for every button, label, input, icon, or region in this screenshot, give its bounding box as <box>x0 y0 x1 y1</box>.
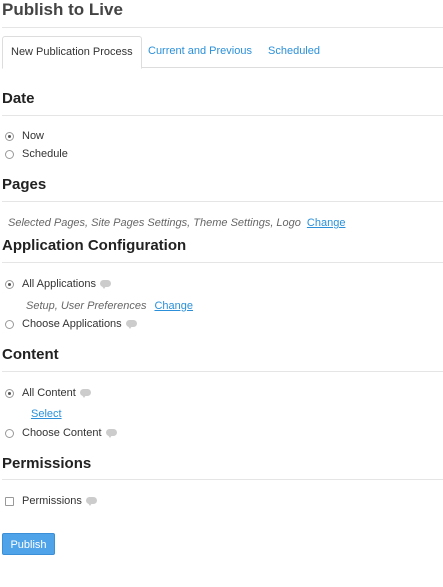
date-divider <box>2 115 443 116</box>
permissions-divider <box>2 479 443 480</box>
all-content-label: All Content <box>22 387 76 399</box>
page-title: Publish to Live <box>2 0 123 19</box>
all-applications-label: All Applications <box>22 278 96 290</box>
tab-bar: New Publication Process Current and Prev… <box>2 36 443 69</box>
choose-content-radio[interactable] <box>5 428 14 438</box>
schedule-radio[interactable] <box>5 149 14 159</box>
pages-heading: Pages <box>2 176 47 193</box>
title-divider <box>2 27 443 28</box>
content-select-row: Select <box>31 408 62 420</box>
all-content-option[interactable]: All Content <box>5 387 91 399</box>
choose-content-option[interactable]: Choose Content <box>5 427 117 439</box>
schedule-label: Schedule <box>22 148 68 160</box>
tab-scheduled[interactable]: Scheduled <box>260 36 328 67</box>
all-content-radio[interactable] <box>5 388 14 398</box>
app-config-heading: Application Configuration <box>2 237 187 254</box>
help-bubble-icon[interactable] <box>125 319 137 329</box>
all-applications-option[interactable]: All Applications <box>5 278 111 290</box>
content-heading: Content <box>2 346 59 363</box>
date-now-option[interactable]: Now <box>5 130 44 142</box>
permissions-checkbox[interactable] <box>5 496 14 506</box>
choose-applications-radio[interactable] <box>5 319 14 329</box>
publish-button[interactable]: Publish <box>2 533 55 555</box>
help-bubble-icon[interactable] <box>100 279 111 289</box>
permissions-heading: Permissions <box>2 455 92 472</box>
applications-summary-row: Setup, User Preferences Change <box>26 300 193 312</box>
content-select-link[interactable]: Select <box>31 408 62 420</box>
tab-new-publication-process[interactable]: New Publication Process <box>2 36 142 69</box>
choose-content-label: Choose Content <box>22 427 102 439</box>
applications-change-link[interactable]: Change <box>154 300 193 312</box>
tab-current-and-previous[interactable]: Current and Previous <box>140 36 260 67</box>
permissions-label: Permissions <box>22 495 82 507</box>
permissions-option[interactable]: Permissions <box>5 495 97 507</box>
choose-applications-option[interactable]: Choose Applications <box>5 318 137 330</box>
help-bubble-icon[interactable] <box>85 496 97 506</box>
help-bubble-icon[interactable] <box>105 428 117 438</box>
pages-summary-row: Selected Pages, Site Pages Settings, The… <box>8 217 345 229</box>
choose-applications-label: Choose Applications <box>22 318 122 330</box>
pages-divider <box>2 201 443 202</box>
date-schedule-option[interactable]: Schedule <box>5 148 68 160</box>
content-divider <box>2 371 443 372</box>
help-bubble-icon[interactable] <box>79 388 91 398</box>
pages-change-link[interactable]: Change <box>307 217 346 229</box>
applications-summary: Setup, User Preferences <box>26 300 147 312</box>
all-applications-radio[interactable] <box>5 279 14 289</box>
now-radio[interactable] <box>5 131 14 141</box>
now-label: Now <box>22 130 45 142</box>
pages-summary: Selected Pages, Site Pages Settings, The… <box>8 217 301 229</box>
app-config-divider <box>2 262 443 263</box>
date-heading: Date <box>2 90 35 107</box>
